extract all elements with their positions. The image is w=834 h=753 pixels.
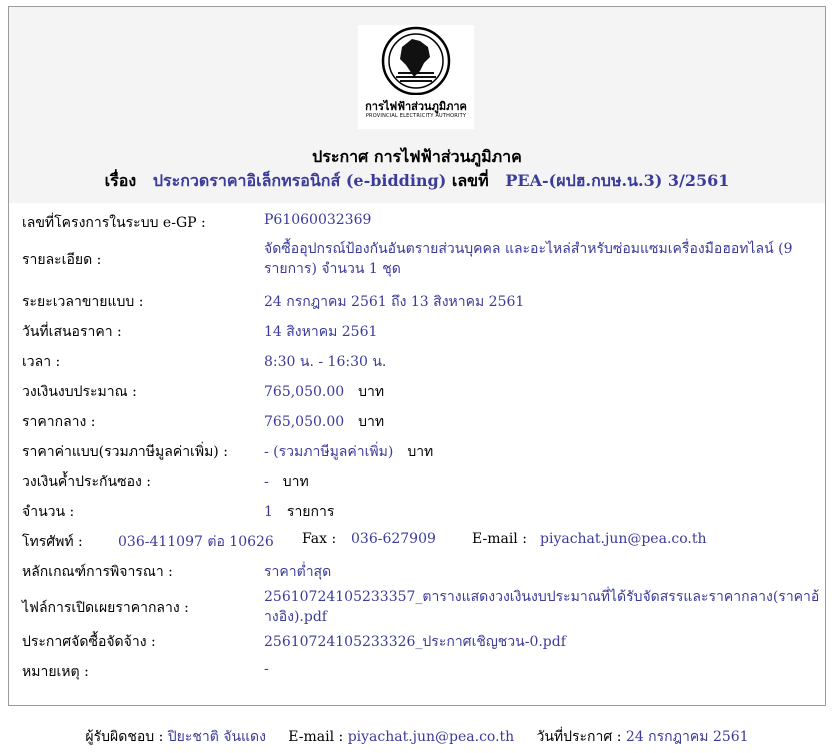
- bid-date-label: วันที่เสนอราคา :: [22, 324, 122, 340]
- sale-period-label: ระยะเวลาขายแบบ :: [22, 294, 144, 310]
- number-value: PEA-(ผปฮ.กบษ.น.3) 3/2561: [505, 171, 730, 190]
- quantity-amount: 1: [264, 504, 273, 520]
- median-price-unit: บาท: [358, 414, 385, 430]
- budget-value: 765,050.00 บาท: [264, 381, 384, 403]
- doc-price-unit: บาท: [407, 444, 434, 460]
- pea-emblem-icon: [381, 26, 451, 95]
- announce-date-label: วันที่ประกาศ :: [536, 729, 622, 745]
- responsible-name: ปิยะชาติ จันแดง: [167, 729, 266, 745]
- doc-price-value: - (รวมภาษีมูลค่าเพิ่ม) บาท: [264, 441, 433, 463]
- description-value: จัดซื้ออุปกรณ์ป้องกันอันตรายส่วนบุคคล แล…: [264, 241, 793, 277]
- criteria-value: ราคาต่ำสุด: [264, 564, 332, 580]
- quantity-value: 1 รายการ: [264, 501, 334, 523]
- pea-logo: การไฟฟ้าส่วนภูมิภาค PROVINCIAL ELECTRICI…: [358, 25, 474, 129]
- announce-file-link[interactable]: 25610724105233326_ประกาศเชิญชวน-0.pdf: [264, 631, 566, 653]
- phone-label: โทรศัพท์ :: [22, 534, 83, 550]
- fax-label: Fax :: [302, 531, 337, 547]
- remark-value: -: [264, 661, 269, 677]
- logo-english-name: PROVINCIAL ELECTRICITY AUTHORITY: [365, 113, 467, 119]
- subject-line: เรื่อง ประกวดราคาอิเล็กทรอนิกส์ (e-biddi…: [9, 169, 825, 194]
- remark-label: หมายเหตุ :: [22, 664, 89, 680]
- budget-amount: 765,050.00: [264, 384, 345, 400]
- fax-value: 036-627909: [351, 531, 436, 547]
- announcement-frame: การไฟฟ้าส่วนภูมิภาค PROVINCIAL ELECTRICI…: [8, 6, 826, 706]
- project-no-value: P61060032369: [264, 212, 372, 228]
- footer-email-label: E-mail :: [288, 729, 344, 745]
- description-label: รายละเอียด :: [22, 252, 102, 268]
- doc-price-label: ราคาค่าแบบ(รวมภาษีมูลค่าเพิ่ม) :: [22, 444, 228, 460]
- announce-file-label: ประกาศจัดซื้อจัดจ้าง :: [22, 634, 156, 650]
- median-price-value: 765,050.00 บาท: [264, 411, 384, 433]
- responsible-label: ผู้รับผิดชอบ :: [85, 729, 164, 745]
- announcement-header: การไฟฟ้าส่วนภูมิภาค PROVINCIAL ELECTRICI…: [9, 7, 825, 203]
- email-link[interactable]: piyachat.jun@pea.co.th: [540, 531, 707, 547]
- median-file-link[interactable]: 25610724105233357_ตารางแสดงวงเงินงบประมา…: [264, 587, 820, 627]
- time-value: 8:30 น. - 16:30 น.: [264, 354, 387, 370]
- announcement-footer: ผู้รับผิดชอบ : ปิยะชาติ จันแดง E-mail : …: [0, 726, 834, 748]
- time-label: เวลา :: [22, 354, 61, 370]
- criteria-label: หลักเกณฑ์การพิจารณา :: [22, 564, 173, 580]
- median-price-amount: 765,050.00: [264, 414, 345, 430]
- budget-unit: บาท: [358, 384, 385, 400]
- phone-value: 036-411097 ต่อ 10626: [118, 534, 274, 550]
- project-no-label: เลขที่โครงการในระบบ e-GP :: [22, 215, 206, 231]
- subject-label: เรื่อง: [104, 171, 137, 190]
- footer-email-link[interactable]: piyachat.jun@pea.co.th: [348, 729, 515, 745]
- sale-period-value: 24 กรกฎาคม 2561 ถึง 13 สิงหาคม 2561: [264, 294, 525, 310]
- email-label: E-mail :: [472, 531, 527, 547]
- announce-date-value: 24 กรกฎาคม 2561: [625, 729, 749, 745]
- guarantee-unit: บาท: [282, 474, 309, 490]
- guarantee-value: - บาท: [264, 471, 309, 493]
- quantity-label: จำนวน :: [22, 504, 75, 520]
- median-file-label: ไฟล์การเปิดเผยราคากลาง :: [22, 600, 189, 616]
- guarantee-amount: -: [264, 474, 269, 490]
- subject-value: ประกวดราคาอิเล็กทรอนิกส์ (e-bidding): [152, 171, 447, 190]
- bid-date-value: 14 สิงหาคม 2561: [264, 324, 378, 340]
- guarantee-label: วงเงินค้ำประกันซอง :: [22, 474, 152, 490]
- number-label: เลขที่: [451, 171, 489, 190]
- median-price-label: ราคากลาง :: [22, 414, 96, 430]
- doc-price-amount: - (รวมภาษีมูลค่าเพิ่ม): [264, 444, 394, 460]
- budget-label: วงเงินงบประมาณ :: [22, 384, 137, 400]
- quantity-unit: รายการ: [286, 504, 335, 520]
- page-title: ประกาศ การไฟฟ้าส่วนภูมิภาค: [312, 147, 522, 166]
